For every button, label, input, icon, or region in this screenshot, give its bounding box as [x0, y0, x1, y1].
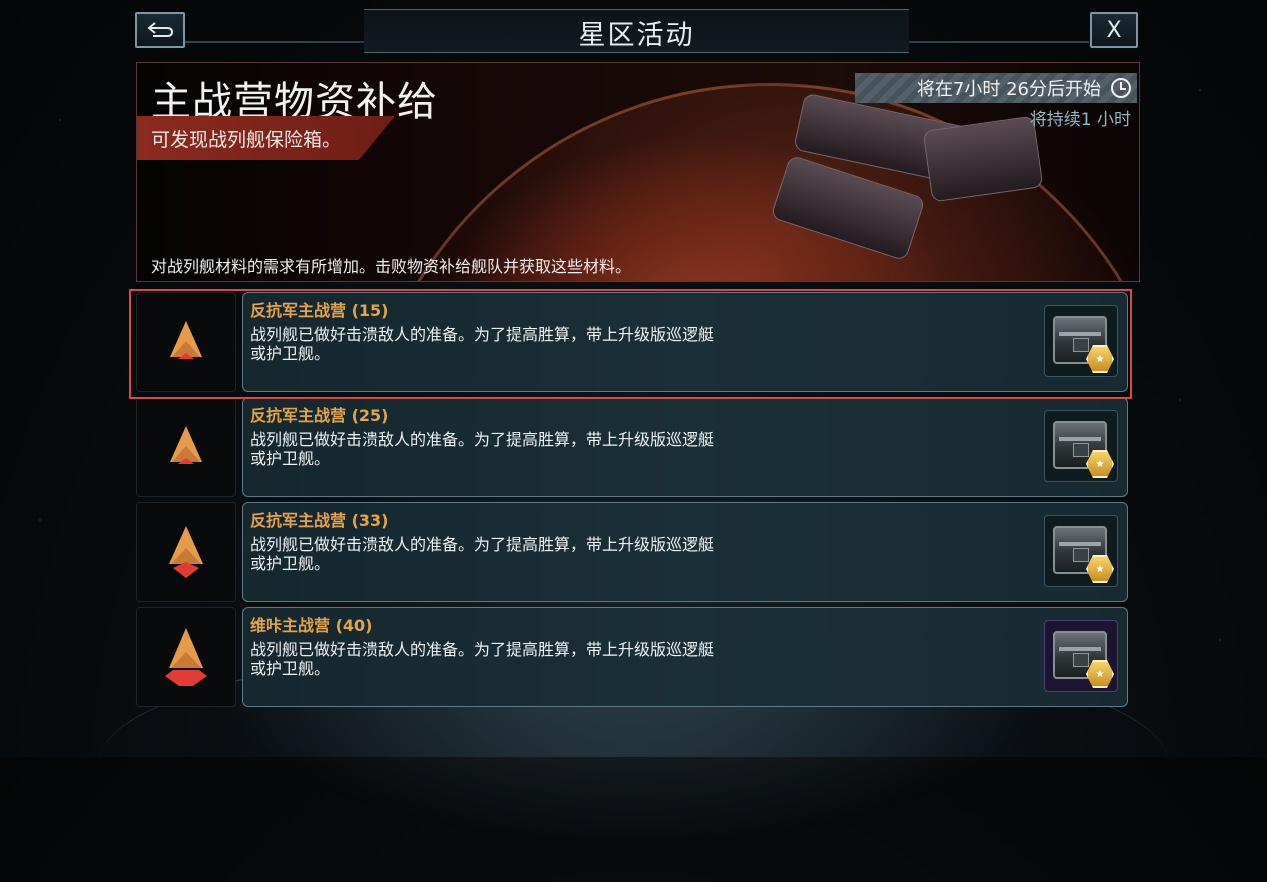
camp-title: 反抗军主战营 (33) — [250, 511, 389, 530]
event-subtitle: 可发现战列舰保险箱。 — [137, 116, 395, 160]
camp-list-item[interactable]: 反抗军主战营 (33) 战列舰已做好击溃敌人的准备。为了提高胜算，带上升级版巡逻… — [136, 502, 1128, 602]
battleship-chest-icon[interactable]: ★ — [1044, 410, 1118, 482]
battleship-chest-icon[interactable]: ★ — [1044, 515, 1118, 587]
camp-list-item[interactable]: 反抗军主战营 (25) 战列舰已做好击溃敌人的准备。为了提高胜算，带上升级版巡逻… — [136, 397, 1128, 497]
camp-card[interactable]: 反抗军主战营 (25) 战列舰已做好击溃敌人的准备。为了提高胜算，带上升级版巡逻… — [242, 397, 1128, 497]
camp-card[interactable]: 反抗军主战营 (33) 战列舰已做好击溃敌人的准备。为了提高胜算，带上升级版巡逻… — [242, 502, 1128, 602]
event-description: 对战列舰材料的需求有所增加。击败物资补给舰队并获取这些材料。 — [151, 257, 632, 276]
back-arrow-icon — [147, 22, 174, 37]
camp-card[interactable]: 维咔主战营 (40) 战列舰已做好击溃敌人的准备。为了提高胜算，带上升级版巡逻艇… — [242, 607, 1128, 707]
timer-text: 将在7小时 26分后开始 — [916, 79, 1101, 100]
header-bar: 星区活动 X — [134, 7, 1139, 53]
back-button[interactable] — [135, 12, 185, 48]
camp-description: 战列舰已做好击溃敌人的准备。为了提高胜算，带上升级版巡逻艇或护卫舰。 — [250, 640, 715, 678]
camp-title: 维咔主战营 (40) — [250, 616, 373, 635]
event-timer: 将在7小时 26分后开始 — [855, 73, 1137, 103]
camp-description: 战列舰已做好击溃敌人的准备。为了提高胜算，带上升级版巡逻艇或护卫舰。 — [250, 535, 715, 573]
rank-chevron-1-icon — [136, 397, 236, 497]
rank-chevron-3-icon — [136, 607, 236, 707]
camp-list-item[interactable]: 反抗军主战营 (15) 战列舰已做好击溃敌人的准备。为了提高胜算，带上升级版巡逻… — [136, 292, 1128, 392]
camp-description: 战列舰已做好击溃敌人的准备。为了提高胜算，带上升级版巡逻艇或护卫舰。 — [250, 430, 715, 468]
close-button[interactable]: X — [1090, 12, 1138, 48]
camp-title: 反抗军主战营 (25) — [250, 406, 389, 425]
camp-description: 战列舰已做好击溃敌人的准备。为了提高胜算，带上升级版巡逻艇或护卫舰。 — [250, 325, 715, 363]
page-title: 星区活动 — [578, 20, 695, 51]
battleship-chest-icon[interactable]: ★ — [1044, 305, 1118, 377]
battleship-chest-purple-icon[interactable]: ★ — [1044, 620, 1118, 692]
rank-chevron-2-icon — [136, 502, 236, 602]
camp-title: 反抗军主战营 (15) — [250, 301, 389, 320]
event-banner: 主战营物资补给 可发现战列舰保险箱。 将在7小时 26分后开始 将持续1 小时 … — [136, 62, 1140, 282]
camp-card[interactable]: 反抗军主战营 (15) 战列舰已做好击溃敌人的准备。为了提高胜算，带上升级版巡逻… — [242, 292, 1128, 392]
clock-icon — [1111, 78, 1131, 98]
camp-list-item[interactable]: 维咔主战营 (40) 战列舰已做好击溃敌人的准备。为了提高胜算，带上升级版巡逻艇… — [136, 607, 1128, 707]
battleship-image — [770, 83, 1044, 281]
rank-chevron-1-icon — [136, 292, 236, 392]
event-duration: 将持续1 小时 — [1029, 110, 1131, 130]
